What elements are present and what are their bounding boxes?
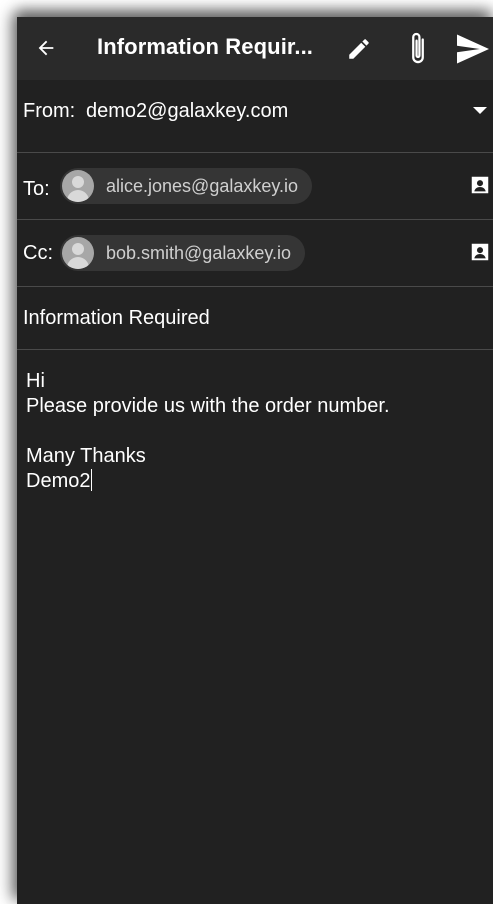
from-label: From: — [23, 100, 76, 122]
to-label: To: — [23, 178, 50, 200]
subject-field[interactable]: Information Required — [23, 307, 210, 330]
from-field[interactable]: demo2@galaxkey.com — [86, 100, 288, 123]
recipient-email: alice.jones@galaxkey.io — [106, 175, 299, 196]
message-line: Hi — [26, 370, 45, 392]
recipient-chip-to[interactable]: alice.jones@galaxkey.io — [60, 168, 313, 204]
pencil-icon — [349, 39, 369, 59]
avatar — [62, 237, 94, 269]
avatar — [62, 170, 94, 202]
recipient-email: bob.smith@galaxkey.io — [106, 242, 292, 263]
edit-button[interactable] — [343, 33, 375, 65]
app-bar: Information Requir... — [17, 17, 493, 80]
message-line: Please provide us with the order number. — [26, 395, 390, 417]
subject-row[interactable]: Information Required — [17, 287, 493, 350]
from-row[interactable]: From: demo2@galaxkey.com — [17, 80, 493, 153]
back-button[interactable] — [29, 31, 63, 65]
page-title: Information Requir... — [97, 34, 313, 59]
contact-card-icon[interactable] — [469, 241, 491, 263]
recipient-chip-cc[interactable]: bob.smith@galaxkey.io — [60, 235, 306, 271]
to-row[interactable]: To: alice.jones@galaxkey.io — [17, 153, 493, 220]
message-line: Demo2 — [26, 470, 91, 492]
dropdown-arrow-icon[interactable] — [473, 106, 487, 116]
message-line: Many Thanks — [26, 445, 146, 467]
attach-button[interactable] — [403, 29, 433, 69]
send-button[interactable] — [453, 31, 493, 67]
cc-row[interactable]: Cc: bob.smith@galaxkey.io — [17, 220, 493, 287]
contact-card-icon[interactable] — [469, 174, 491, 196]
cc-label: Cc: — [23, 242, 53, 264]
message-body[interactable]: Hi Please provide us with the order numb… — [26, 369, 476, 494]
paperclip-icon — [412, 32, 424, 64]
text-cursor — [91, 469, 93, 491]
compose-screen: Information Requir... From: demo2@galaxk… — [17, 17, 493, 904]
message-line-last: Demo2 — [26, 469, 476, 494]
message-line — [26, 419, 476, 444]
arrow-left-icon — [38, 40, 54, 56]
send-icon — [457, 34, 489, 64]
